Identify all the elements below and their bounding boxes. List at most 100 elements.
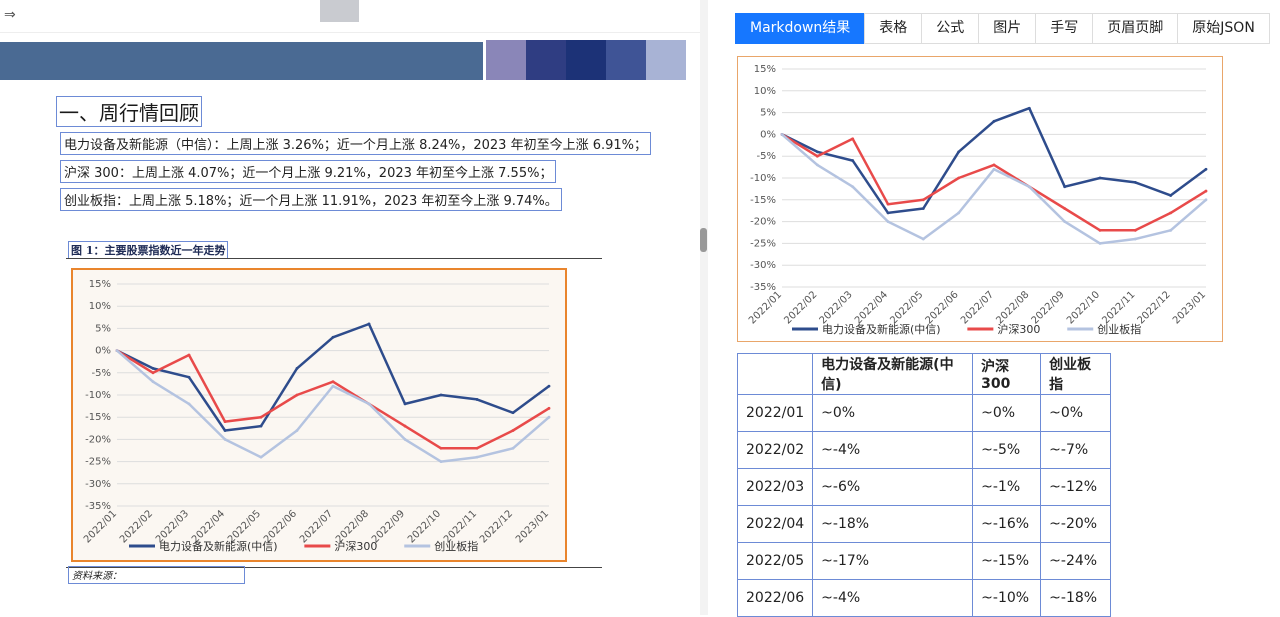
y-tick-label: 15% [89, 279, 111, 290]
data-point [259, 455, 263, 459]
table-cell: 2022/01 [736, 394, 814, 432]
data-point [780, 133, 784, 136]
table-cell: ~-17% [812, 542, 974, 580]
y-tick-label: -20% [750, 217, 776, 228]
data-point [1169, 194, 1173, 197]
data-point [957, 150, 961, 154]
table-cell: ~-16% [972, 505, 1042, 543]
y-tick-label: -25% [85, 457, 111, 468]
scrollbar-track[interactable] [700, 0, 708, 615]
chart-left: 15% 10% 5% 0% -5% -10% -15% -20% -25% -30% -35% 202… [71, 268, 567, 562]
table-cell: ~-1% [972, 468, 1042, 506]
document-page: 一、周行情回顾 电力设备及新能源（中信）：上周上涨 3.26%；近一个月上涨 8… [0, 34, 700, 615]
data-point [259, 415, 263, 419]
y-tick-label: -35% [750, 282, 776, 293]
data-point [511, 411, 515, 415]
tab-handwriting[interactable]: 手写 [1035, 13, 1094, 44]
data-point [151, 366, 155, 370]
data-point [1133, 180, 1137, 184]
x-tick-label: 2023/01 [1171, 289, 1208, 326]
table-cell: ~-7% [1040, 431, 1112, 469]
x-tick-label: 2022/02 [118, 508, 155, 545]
x-tick-label: 2022/05 [888, 289, 925, 326]
data-point [223, 420, 227, 424]
data-point [511, 429, 515, 432]
data-point [957, 176, 961, 180]
table-cell: 2022/06 [736, 579, 814, 617]
chart-right-svg: 15%10%5%0%-5%-10%-15%-20%-25%-30%-35%202… [747, 64, 1208, 336]
table-header-cell [736, 353, 814, 395]
tab-markdown[interactable]: Markdown结果 [735, 13, 866, 44]
data-point [547, 406, 551, 410]
page-tab[interactable] [320, 0, 359, 22]
data-point [475, 446, 479, 450]
data-point [886, 211, 890, 215]
data-point [475, 455, 479, 459]
tab-image[interactable]: 图片 [978, 13, 1037, 44]
x-tick-label: 2022/07 [298, 508, 335, 545]
data-point [1063, 185, 1067, 189]
table-cell: 2022/02 [736, 431, 814, 469]
data-point [187, 375, 191, 379]
data-point [547, 415, 551, 419]
x-tick-label: 2022/08 [994, 289, 1031, 326]
data-point [815, 163, 819, 167]
y-tick-label: -10% [85, 390, 111, 401]
table-cell: ~-18% [1040, 579, 1112, 617]
table-cell: ~-18% [812, 505, 974, 543]
banner-color-blocks [486, 40, 686, 80]
y-tick-label: -30% [750, 260, 776, 271]
chart-right: 15% 10% 5% 0% -5% -10% -15% -20% -25% -30% -35% 202… [737, 56, 1223, 342]
data-point [851, 137, 855, 141]
data-point [1169, 211, 1173, 215]
data-point [1204, 198, 1208, 202]
tab-table[interactable]: 表格 [864, 13, 923, 44]
x-tick-label: 2022/07 [959, 289, 996, 326]
result-table: 电力设备及新能源(中信) 沪深300 创业板指 2022/01 ~0% ~0% ~0%… [736, 353, 1112, 617]
data-point [1204, 189, 1208, 193]
table-cell: 2022/05 [736, 542, 814, 580]
table-cell: ~-5% [972, 431, 1042, 469]
data-point [187, 353, 191, 357]
y-tick-label: -5% [92, 368, 111, 379]
tab-header-footer[interactable]: 页眉页脚 [1092, 13, 1179, 44]
expand-icon[interactable]: ⇒ [4, 6, 22, 24]
data-point [187, 402, 191, 406]
table-cell: ~-12% [1040, 468, 1112, 506]
data-point [921, 198, 925, 202]
table-cell: ~-6% [812, 468, 974, 506]
data-point [1169, 228, 1173, 232]
x-tick-label: 2022/09 [1030, 289, 1067, 326]
scrollbar-thumb[interactable] [700, 228, 707, 252]
table-cell: 2022/03 [736, 468, 814, 506]
data-point [403, 402, 407, 406]
legend-label: 创业板指 [434, 539, 478, 553]
tab-raw-json[interactable]: 原始JSON [1177, 13, 1270, 44]
legend-label: 电力设备及新能源(中信) [822, 322, 941, 336]
table-header-cell: 创业板指 [1040, 353, 1112, 395]
data-point [331, 384, 335, 388]
series-line [116, 322, 550, 432]
x-tick-label: 2022/10 [1065, 289, 1102, 326]
data-point [1098, 242, 1102, 245]
figure-caption: 图 1：主要股票指数近一年走势 [68, 241, 229, 259]
data-point [403, 424, 407, 428]
table-cell: ~0% [812, 394, 974, 432]
x-tick-label: 2022/12 [1136, 289, 1173, 326]
data-point [886, 202, 890, 206]
data-point [439, 460, 443, 463]
tab-formula[interactable]: 公式 [921, 13, 980, 44]
table-cell: ~-20% [1040, 505, 1112, 543]
doc-heading: 一、周行情回顾 [56, 96, 202, 127]
y-tick-label: -25% [750, 238, 776, 249]
y-tick-label: 0% [95, 346, 111, 357]
y-tick-label: -5% [757, 151, 776, 162]
data-point [1133, 228, 1137, 232]
data-point [921, 207, 925, 210]
x-tick-label: 2022/12 [478, 508, 515, 545]
table-cell: ~0% [1040, 394, 1112, 432]
table-cell: ~-15% [972, 542, 1042, 580]
y-tick-label: 10% [754, 86, 776, 97]
x-tick-label: 2022/06 [924, 289, 961, 326]
data-point [1063, 220, 1067, 224]
